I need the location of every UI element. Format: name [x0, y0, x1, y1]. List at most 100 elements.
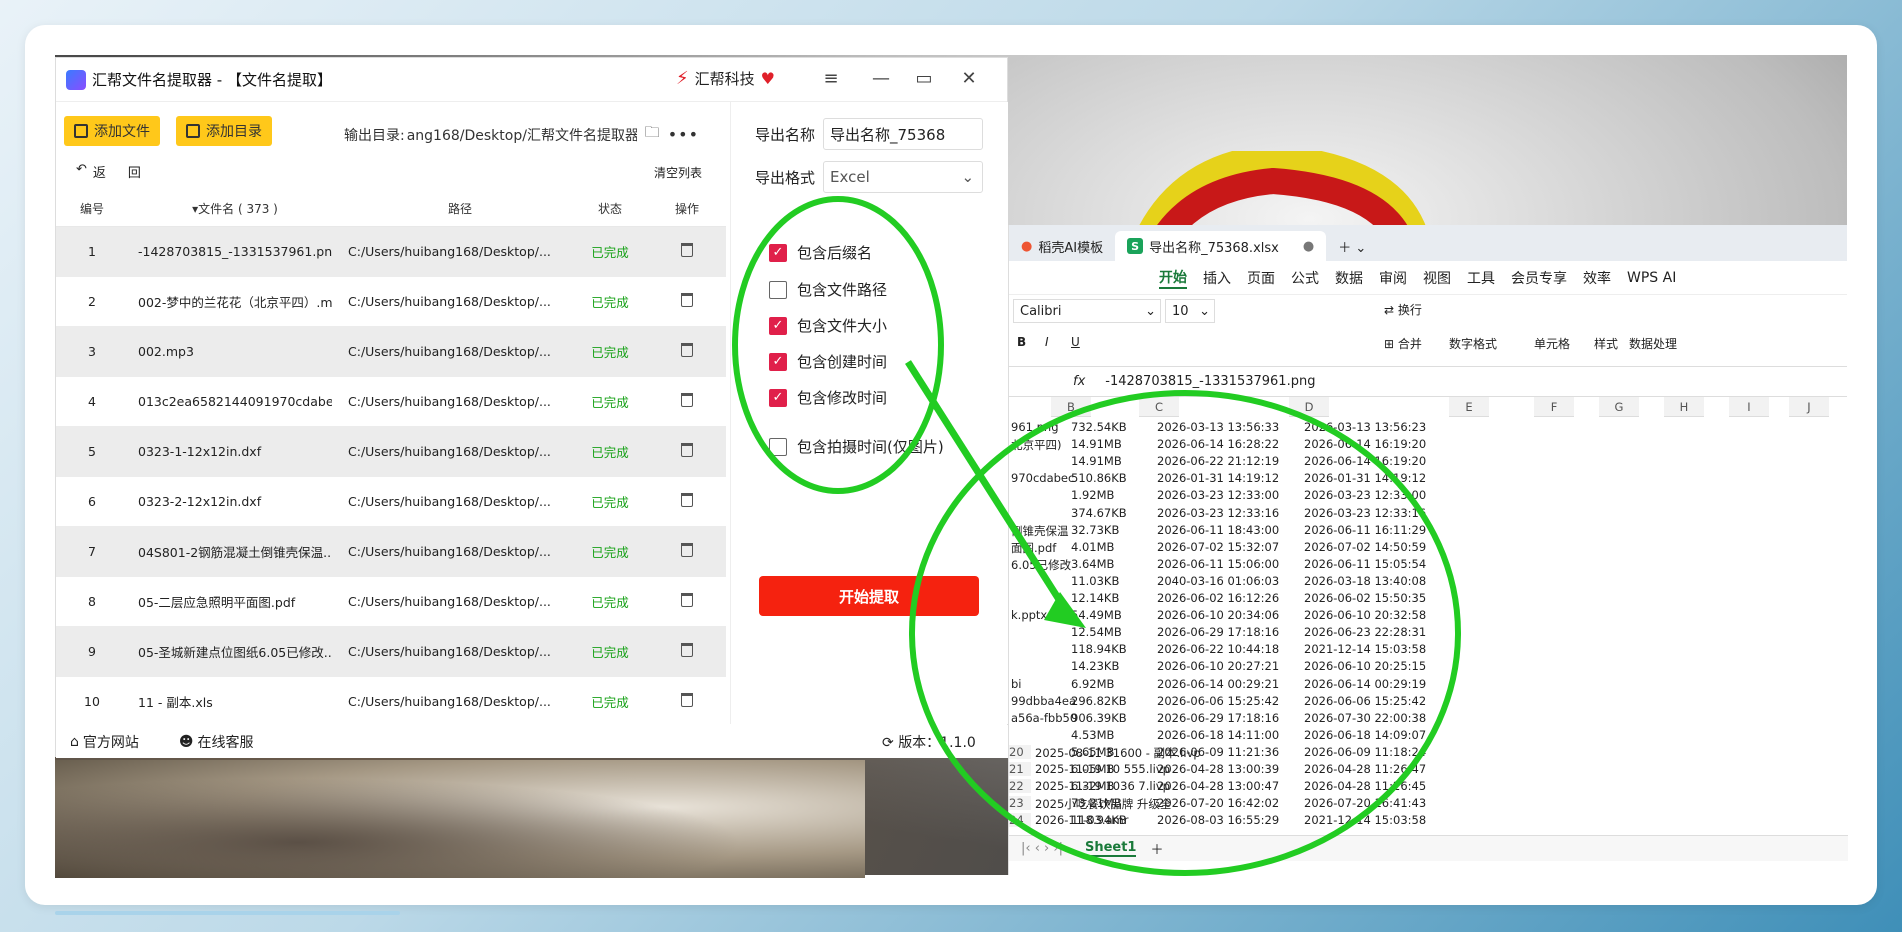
italic-icon[interactable]: I — [1045, 335, 1049, 349]
row-no: 6 — [88, 494, 96, 509]
menu-item[interactable]: 开始 — [1159, 267, 1187, 289]
option-checkbox[interactable]: 包含拍摄时间(仅图片) — [769, 436, 944, 457]
wrap-button[interactable]: ⇄ 换行 — [1384, 301, 1422, 318]
menu-item[interactable]: 页面 — [1247, 268, 1275, 288]
option-checkbox[interactable]: ✓ 包含创建时间 — [769, 351, 887, 372]
data-process-button[interactable]: 数据处理 — [1629, 335, 1677, 352]
option-checkbox[interactable]: ✓ 包含文件大小 — [769, 315, 887, 336]
checkbox-icon[interactable]: ✓ — [769, 243, 787, 262]
checkbox-icon[interactable]: ✓ — [769, 388, 787, 407]
sheet-tab[interactable]: Sheet1 — [1084, 840, 1137, 857]
column-header[interactable]: I — [1729, 397, 1769, 417]
table-row[interactable]: 4 013c2ea6582144091970cdabec... C:/Users… — [56, 377, 726, 427]
cell-a: 北京平四) — [1011, 438, 1062, 453]
cell-c: 2026-07-20 16:42:02 — [1157, 796, 1280, 811]
column-header[interactable]: F — [1534, 397, 1574, 417]
menu-item[interactable]: 插入 — [1203, 268, 1231, 288]
font-select[interactable]: Calibri ⌄ — [1013, 299, 1161, 323]
checkbox-icon[interactable]: ✓ — [769, 352, 787, 371]
trash-icon[interactable] — [681, 643, 693, 657]
menu-item[interactable]: WPS AI — [1627, 270, 1676, 286]
menu-item[interactable]: 效率 — [1583, 268, 1611, 288]
table-row[interactable]: 2 002-梦中的兰花花（北京平四）.m... C:/Users/huibang… — [56, 277, 726, 327]
option-checkbox[interactable]: ✓ 包含后缀名 — [769, 242, 872, 263]
cell-b: 1.92MB — [1071, 488, 1115, 503]
style-button[interactable]: 样式 — [1594, 335, 1618, 352]
column-header[interactable]: E — [1449, 397, 1489, 417]
add-dir-button[interactable]: 添加目录 — [176, 116, 272, 146]
menu-item[interactable]: 视图 — [1423, 268, 1451, 288]
menu-item[interactable]: 数据 — [1335, 268, 1363, 288]
table-row[interactable]: 5 0323-1-12x12in.dxf C:/Users/huibang168… — [56, 427, 726, 477]
table-row[interactable]: 7 04S801-2钢筋混凝土倒锥壳保温... C:/Users/huibang… — [56, 527, 726, 577]
minimize-icon[interactable]: — — [866, 68, 896, 89]
menu-icon[interactable]: ≡ — [816, 68, 846, 89]
trash-icon[interactable] — [681, 543, 693, 557]
trash-icon[interactable] — [681, 293, 693, 307]
table-row[interactable]: 1 -1428703815_-1331537961.png C:/Users/h… — [56, 227, 726, 277]
number-format-button[interactable]: 数字格式 — [1449, 335, 1497, 352]
column-header[interactable]: D — [1289, 397, 1329, 417]
more-icon[interactable]: ••• — [668, 125, 699, 144]
fx-icon[interactable]: fx — [1073, 374, 1085, 389]
table-row[interactable]: 10 11 - 副本.xls C:/Users/huibang168/Deskt… — [56, 677, 726, 727]
menu-item[interactable]: 会员专享 — [1511, 268, 1567, 288]
trash-icon[interactable] — [681, 343, 693, 357]
table-row[interactable]: 3 002.mp3 C:/Users/huibang168/Desktop/..… — [56, 327, 726, 377]
trash-icon[interactable] — [681, 693, 693, 707]
row-filename: 04S801-2钢筋混凝土倒锥壳保温... — [138, 545, 332, 560]
vip-icon[interactable]: ♥ — [761, 69, 775, 88]
new-tab-button[interactable]: ＋ ⌄ — [1326, 231, 1378, 261]
font-size-select[interactable]: 10 ⌄ — [1165, 299, 1215, 323]
refresh-icon[interactable]: ⟳ — [882, 735, 894, 751]
menu-item[interactable]: 工具 — [1467, 268, 1495, 288]
tab-xlsx[interactable]: S 导出名称_75368.xlsx ● — [1115, 231, 1327, 261]
cell-b: 510.86KB — [1071, 471, 1127, 486]
cell-button[interactable]: 单元格 — [1534, 335, 1570, 352]
clear-list-button[interactable]: 清空列表 — [654, 164, 702, 181]
tab-docer-template[interactable]: ● 稻壳AI模板 — [1009, 231, 1115, 261]
table-row[interactable]: 6 0323-2-12x12in.dxf C:/Users/huibang168… — [56, 477, 726, 527]
cell-b: 5.65MB — [1071, 744, 1115, 759]
checkbox-icon[interactable] — [769, 280, 787, 299]
trash-icon[interactable] — [681, 443, 693, 457]
menu-item[interactable]: 公式 — [1291, 268, 1319, 288]
column-header[interactable]: C — [1139, 397, 1179, 417]
export-name-input[interactable]: 导出名称_75368 — [823, 118, 984, 150]
underline-icon[interactable]: U — [1071, 335, 1080, 349]
checkbox-icon[interactable] — [769, 437, 787, 456]
column-header[interactable]: B — [1051, 397, 1091, 417]
trash-icon[interactable] — [681, 493, 693, 507]
trash-icon[interactable] — [681, 243, 693, 257]
menu-item[interactable]: 审阅 — [1379, 268, 1407, 288]
customer-service-link[interactable]: ☻ 在线客服 — [179, 732, 254, 752]
header-name[interactable]: ▾文件名 ( 373 ) — [128, 200, 332, 217]
header-no: 编号 — [79, 201, 104, 216]
option-checkbox[interactable]: ✓ 包含修改时间 — [769, 387, 887, 408]
add-sheet-icon[interactable]: ＋ — [1150, 839, 1163, 858]
back-button[interactable]: ↶ 返 回 — [76, 162, 141, 181]
merge-button[interactable]: ⊞ 合并 — [1384, 335, 1422, 352]
output-dir-input[interactable]: ang168/Desktop/汇帮文件名提取器 — [407, 125, 637, 145]
trash-icon[interactable] — [681, 593, 693, 607]
start-button[interactable]: 开始提取 — [759, 576, 979, 616]
export-format-select[interactable]: Excel ⌄ — [823, 161, 984, 193]
column-header[interactable]: J — [1789, 397, 1829, 417]
checkbox-icon[interactable]: ✓ — [769, 316, 787, 335]
option-checkbox[interactable]: 包含文件路径 — [769, 279, 887, 300]
bold-icon[interactable]: B — [1017, 335, 1026, 349]
cell-d: 2026-07-20 16:41:43 — [1304, 796, 1427, 811]
folder-icon[interactable]: 🗀 — [645, 122, 660, 147]
close-icon[interactable]: ✕ — [954, 68, 984, 89]
sheet-nav-icon[interactable]: |‹ ‹ › ›| — [1021, 841, 1063, 856]
column-header[interactable]: H — [1664, 397, 1704, 417]
tab-close-icon[interactable]: ● — [1303, 239, 1314, 254]
column-header[interactable]: G — [1599, 397, 1639, 417]
official-site-link[interactable]: ⌂ 官方网站 — [70, 732, 139, 752]
trash-icon[interactable] — [681, 393, 693, 407]
maximize-icon[interactable]: ▭ — [909, 68, 939, 89]
table-row[interactable]: 8 05-二层应急照明平面图.pdf C:/Users/huibang168/D… — [56, 577, 726, 627]
table-row[interactable]: 9 05-圣城新建点位图纸6.05已修改.... C:/Users/huiban… — [56, 627, 726, 677]
formula-input[interactable]: -1428703815_-1331537961.png — [1105, 374, 1315, 389]
add-file-button[interactable]: 添加文件 — [64, 116, 160, 146]
